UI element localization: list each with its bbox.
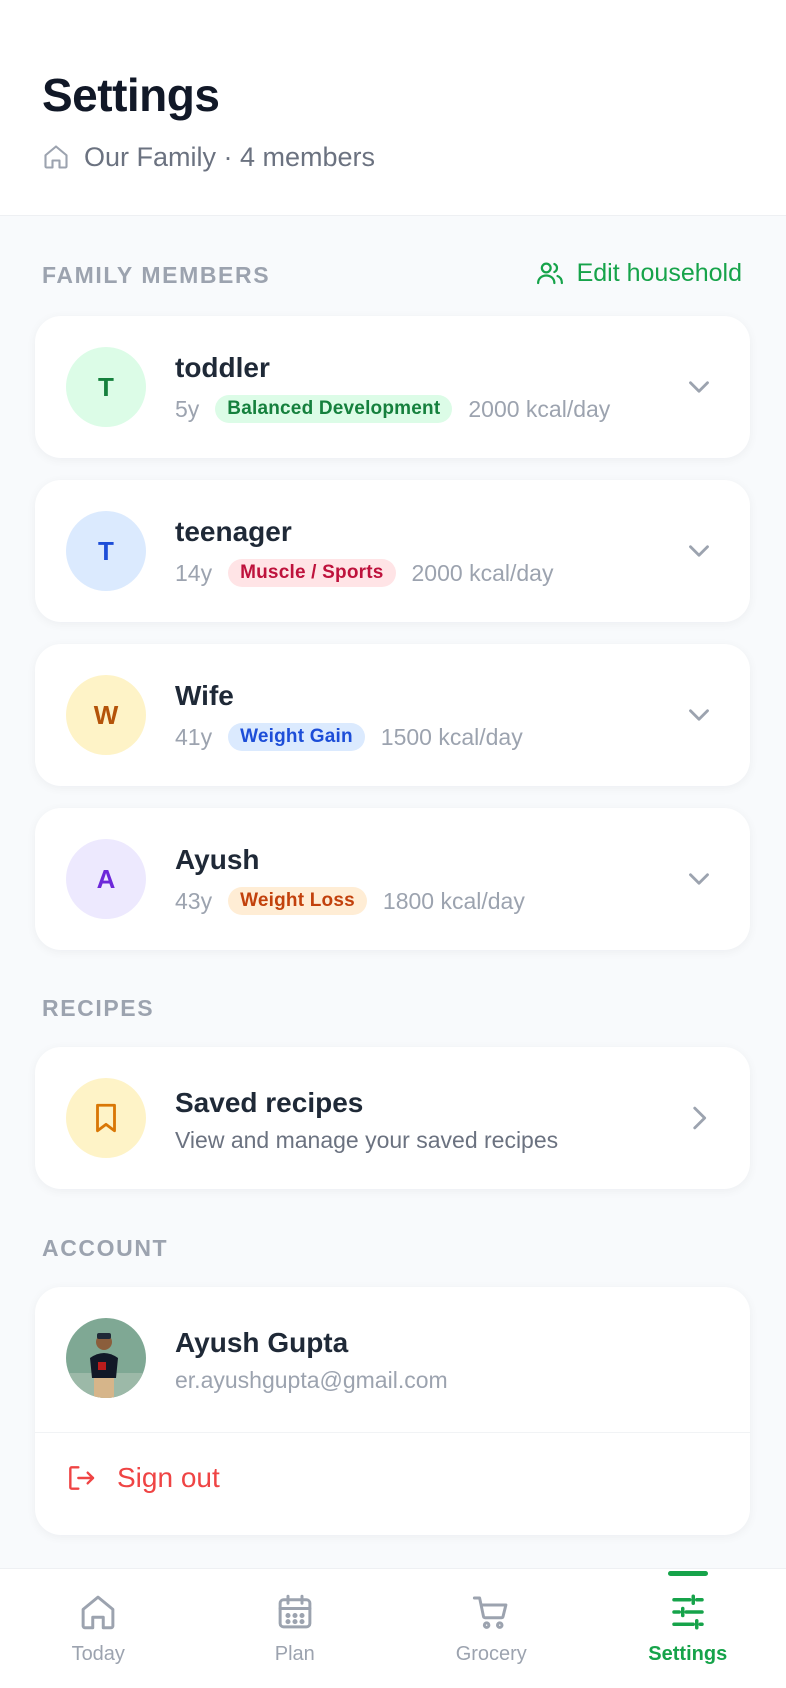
edit-household-button[interactable]: Edit household bbox=[535, 258, 742, 288]
bookmark-icon bbox=[96, 1103, 116, 1133]
goal-badge: Weight Loss bbox=[228, 887, 367, 915]
member-name: Ayush bbox=[175, 844, 260, 875]
member-meta: 41y Weight Gain 1500 kcal/day bbox=[175, 722, 523, 752]
member-avatar: A bbox=[66, 839, 146, 919]
nav-label-plan: Plan bbox=[274, 1643, 315, 1665]
member-meta: 43y Weight Loss 1800 kcal/day bbox=[175, 886, 525, 916]
member-age: 41y bbox=[175, 723, 213, 750]
sliders-icon bbox=[672, 1594, 704, 1630]
member-avatar: T bbox=[66, 511, 146, 591]
edit-household-label: Edit household bbox=[576, 258, 742, 287]
member-age: 43y bbox=[175, 887, 213, 914]
nav-item-settings[interactable]: Settings bbox=[590, 1569, 786, 1688]
avatar bbox=[66, 1318, 146, 1398]
home-icon bbox=[44, 145, 68, 169]
page-header: Settings Our Family · 4 members bbox=[0, 0, 786, 216]
saved-recipes-row[interactable]: Saved recipes View and manage your saved… bbox=[35, 1047, 750, 1189]
bottom-nav: Today Plan Grocery Settings bbox=[0, 1568, 786, 1688]
member-initial: T bbox=[98, 535, 114, 566]
chevron-down-icon[interactable] bbox=[682, 370, 716, 404]
member-card[interactable]: A Ayush 43y Weight Loss 1800 kcal/day bbox=[35, 808, 750, 950]
chevron-right-icon bbox=[693, 1106, 707, 1130]
member-calories: 2000 kcal/day bbox=[411, 559, 554, 586]
member-initial: W bbox=[93, 699, 119, 730]
saved-recipes-subtitle: View and manage your saved recipes bbox=[175, 1127, 559, 1153]
nav-item-grocery[interactable]: Grocery bbox=[393, 1569, 590, 1688]
chevron-down-icon[interactable] bbox=[682, 862, 716, 896]
member-card[interactable]: T teenager 14y Muscle / Sports 2000 kcal… bbox=[35, 480, 750, 622]
member-card[interactable]: T toddler 5y Balanced Development 2000 k… bbox=[35, 316, 750, 458]
recipe-icon-container bbox=[66, 1078, 146, 1158]
sign-out-icon bbox=[69, 1466, 95, 1490]
nav-item-today[interactable]: Today bbox=[0, 1569, 197, 1688]
calendar-icon bbox=[278, 1594, 312, 1629]
member-meta: 5y Balanced Development 2000 kcal/day bbox=[175, 394, 610, 424]
sign-out-label: Sign out bbox=[117, 1462, 220, 1493]
goal-badge: Balanced Development bbox=[215, 395, 453, 423]
member-avatar: T bbox=[66, 347, 146, 427]
recipes-heading: RECIPES bbox=[42, 995, 155, 1021]
member-avatar: W bbox=[66, 675, 146, 755]
sign-out-button[interactable]: Sign out bbox=[65, 1462, 220, 1494]
household-label: Our Family · 4 members bbox=[84, 141, 376, 172]
goal-badge: Muscle / Sports bbox=[228, 559, 396, 587]
family-members-heading: FAMILY MEMBERS bbox=[42, 262, 271, 288]
active-indicator bbox=[667, 1571, 708, 1576]
nav-label-settings: Settings bbox=[648, 1643, 728, 1665]
member-name: teenager bbox=[175, 516, 292, 547]
member-card[interactable]: W Wife 41y Weight Gain 1500 kcal/day bbox=[35, 644, 750, 786]
household-info: Our Family · 4 members bbox=[42, 140, 375, 174]
chevron-down-icon[interactable] bbox=[682, 698, 716, 732]
users-icon bbox=[536, 262, 563, 285]
member-meta: 14y Muscle / Sports 2000 kcal/day bbox=[175, 558, 553, 588]
divider bbox=[35, 1432, 750, 1433]
member-age: 5y bbox=[175, 395, 200, 422]
account-name: Ayush Gupta bbox=[175, 1327, 349, 1358]
member-initial: T bbox=[98, 371, 114, 402]
member-age: 14y bbox=[175, 559, 213, 586]
chevron-down-icon[interactable] bbox=[682, 534, 716, 568]
nav-item-plan[interactable]: Plan bbox=[197, 1569, 394, 1688]
nav-label-grocery: Grocery bbox=[455, 1643, 527, 1665]
member-name: toddler bbox=[175, 352, 270, 383]
member-calories: 1500 kcal/day bbox=[380, 723, 523, 750]
saved-recipes-title: Saved recipes bbox=[175, 1087, 364, 1118]
cart-icon bbox=[473, 1596, 508, 1629]
home-icon bbox=[81, 1595, 115, 1630]
member-calories: 2000 kcal/day bbox=[468, 395, 611, 422]
member-name: Wife bbox=[175, 680, 234, 711]
member-calories: 1800 kcal/day bbox=[382, 887, 525, 914]
account-email: er.ayushgupta@gmail.com bbox=[175, 1367, 448, 1393]
member-initial: A bbox=[96, 863, 116, 894]
account-heading: ACCOUNT bbox=[42, 1235, 169, 1261]
goal-badge: Weight Gain bbox=[228, 723, 365, 751]
account-card: Ayush Gupta er.ayushgupta@gmail.com Sign… bbox=[35, 1287, 750, 1535]
page-title: Settings bbox=[42, 69, 220, 121]
nav-label-today: Today bbox=[71, 1643, 125, 1665]
